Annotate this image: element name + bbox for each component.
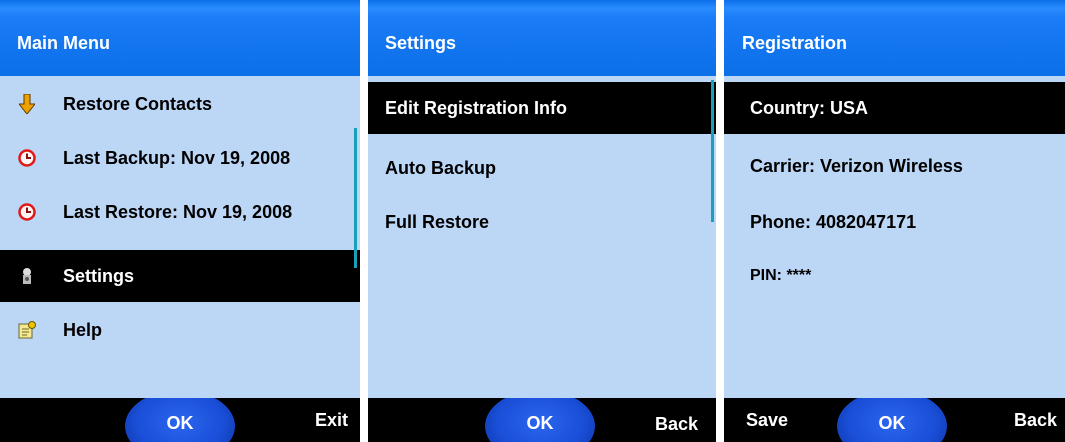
ok-label: OK	[878, 412, 906, 433]
menu-item-last-backup[interactable]: Last Backup: Nov 19, 2008	[0, 132, 360, 184]
back-softkey[interactable]: Back	[1014, 410, 1057, 431]
scrollbar[interactable]	[354, 128, 357, 268]
menu-item-label: Last Restore: Nov 19, 2008	[63, 201, 293, 222]
menu-item-auto-backup[interactable]: Auto Backup	[368, 142, 716, 194]
menu-item-settings[interactable]: Settings	[0, 250, 360, 302]
ok-softkey[interactable]: OK	[125, 398, 235, 442]
clock-icon	[18, 149, 36, 167]
field-pin[interactable]: PIN: ****	[724, 250, 1065, 302]
scrollbar[interactable]	[711, 80, 714, 222]
clock-icon	[18, 203, 36, 221]
field-carrier[interactable]: Carrier: Verizon Wireless	[724, 140, 1065, 192]
menu-item-last-restore[interactable]: Last Restore: Nov 19, 2008	[0, 186, 360, 238]
softkey-bar: Save OK Back	[724, 398, 1065, 442]
field-label: Phone: 4082047171	[750, 211, 917, 232]
field-label: Carrier: Verizon Wireless	[750, 155, 963, 176]
ok-label: OK	[166, 412, 194, 433]
field-phone[interactable]: Phone: 4082047171	[724, 196, 1065, 248]
screen-title: Settings	[385, 33, 457, 53]
menu-item-restore-contacts[interactable]: Restore Contacts	[0, 78, 360, 130]
back-softkey[interactable]: Back	[655, 414, 698, 435]
screen-title: Registration	[742, 33, 848, 53]
menu-item-label: Full Restore	[385, 211, 490, 232]
menu-item-label: Edit Registration Info	[385, 97, 567, 118]
main-menu-screen: Main Menu Restore Contacts Last Backup: …	[0, 0, 360, 442]
save-softkey[interactable]: Save	[746, 410, 788, 431]
menu-item-edit-registration[interactable]: Edit Registration Info	[368, 82, 716, 134]
menu-item-label: Last Backup: Nov 19, 2008	[63, 147, 291, 168]
down-arrow-icon	[18, 94, 36, 114]
exit-softkey[interactable]: Exit	[315, 410, 348, 431]
softkey-bar: OK Back	[368, 398, 716, 442]
title-bar: Registration	[724, 0, 1065, 76]
screen-title: Main Menu	[17, 33, 110, 53]
title-bar: Settings	[368, 0, 716, 76]
settings-icon	[18, 267, 36, 285]
menu-item-label: Restore Contacts	[63, 93, 213, 114]
field-label: PIN: ****	[750, 267, 812, 284]
help-icon	[18, 321, 36, 339]
menu-item-label: Help	[63, 319, 103, 340]
menu-item-label: Settings	[63, 265, 135, 286]
field-label: Country: USA	[750, 97, 868, 118]
field-country[interactable]: Country: USA	[724, 82, 1065, 134]
menu-item-help[interactable]: Help	[0, 304, 360, 356]
softkey-bar: OK Exit	[0, 398, 360, 442]
title-bar: Main Menu	[0, 0, 360, 76]
ok-softkey[interactable]: OK	[485, 398, 595, 442]
menu-item-label: Auto Backup	[385, 157, 497, 178]
menu-item-full-restore[interactable]: Full Restore	[368, 196, 716, 248]
registration-screen: Registration Country: USA Carrier: Veriz…	[724, 0, 1065, 442]
ok-label: OK	[526, 412, 554, 433]
ok-softkey[interactable]: OK	[837, 398, 947, 442]
settings-screen: Settings Edit Registration Info Auto Bac…	[368, 0, 716, 442]
